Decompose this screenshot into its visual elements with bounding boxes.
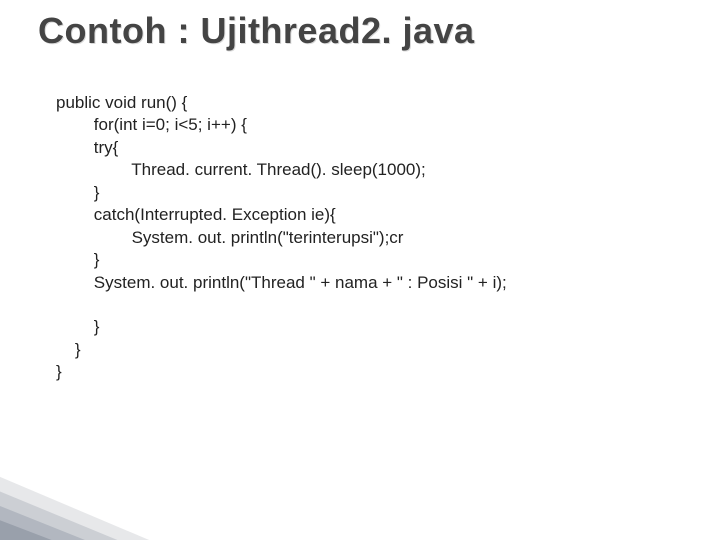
- code-line: }: [94, 317, 100, 336]
- code-line: Thread. current. Thread(). sleep(1000);: [131, 160, 426, 179]
- corner-decoration: [0, 440, 250, 540]
- slide-title: Contoh : Ujithread2. java: [38, 10, 475, 52]
- code-line: try{: [94, 138, 119, 157]
- code-line: for(int i=0; i<5; i++) {: [94, 115, 247, 134]
- slide: Contoh : Ujithread2. java public void ru…: [0, 0, 720, 540]
- code-line: }: [94, 183, 100, 202]
- code-line: System. out. println("terinterupsi");cr: [132, 228, 404, 247]
- code-line: }: [56, 362, 62, 381]
- code-block: public void run() { for(int i=0; i<5; i+…: [56, 92, 507, 384]
- code-line: }: [75, 340, 81, 359]
- code-line: }: [94, 250, 100, 269]
- code-line: System. out. println("Thread " + nama + …: [94, 273, 507, 292]
- code-line: catch(Interrupted. Exception ie){: [94, 205, 336, 224]
- code-line: public void run() {: [56, 93, 187, 112]
